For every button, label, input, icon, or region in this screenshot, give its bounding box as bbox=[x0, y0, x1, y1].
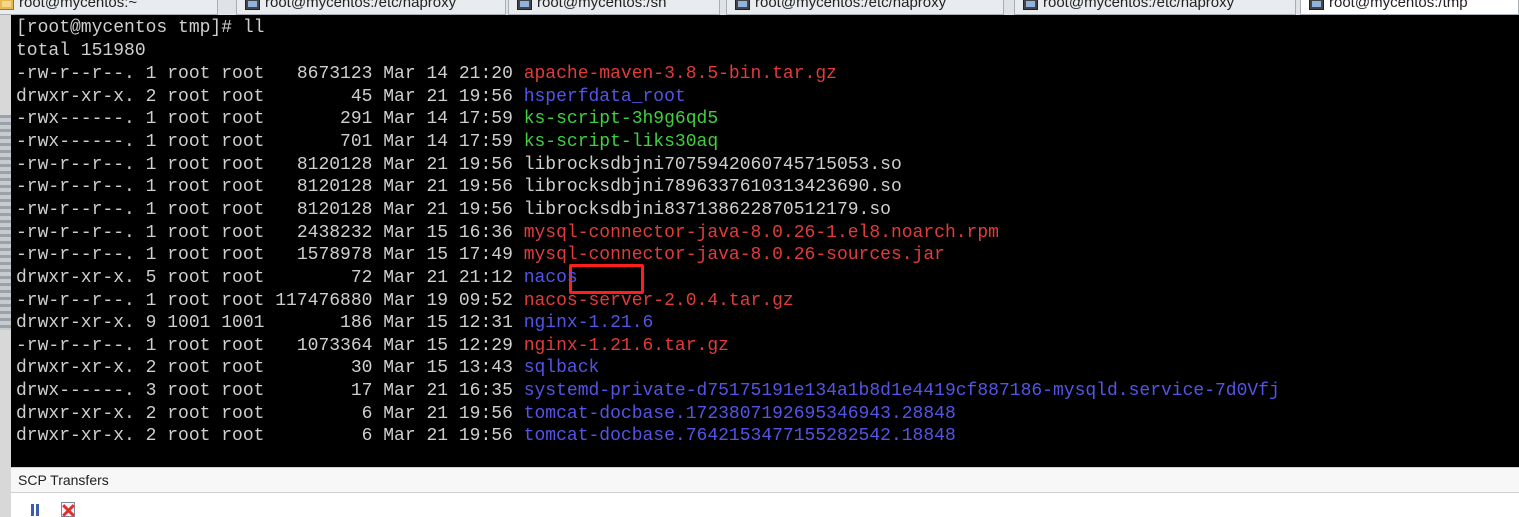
listing-row-meta: -rw-r--r--. 1 root root 1578978 Mar 15 1… bbox=[16, 245, 524, 266]
listing-row-meta: drwxr-xr-x. 5 root root 72 Mar 21 21:12 bbox=[16, 267, 524, 288]
listing-row-meta: -rwx------. 1 root root 291 Mar 14 17:59 bbox=[16, 109, 524, 130]
terminal-icon bbox=[1309, 0, 1324, 10]
listing-row: -rwx------. 1 root root 291 Mar 14 17:59… bbox=[16, 108, 718, 130]
command-prompt-line: [root@mycentos tmp]# ll bbox=[16, 18, 265, 38]
session-tab-label: root@mycentos:/etc/haproxy bbox=[265, 0, 457, 11]
listing-row-meta: -rw-r--r--. 1 root root 8120128 Mar 21 1… bbox=[16, 154, 524, 175]
listing-row: -rwx------. 1 root root 701 Mar 14 17:59… bbox=[16, 131, 718, 153]
directory-name[interactable]: tomcat-docbase.7642153477155282542.18848 bbox=[524, 426, 956, 446]
directory-name[interactable]: sqlback bbox=[524, 358, 600, 378]
directory-name[interactable]: systemd-private-d75175191e134a1b8d1e4419… bbox=[524, 381, 1280, 401]
listing-row: drwxr-xr-x. 2 root root 6 Mar 21 19:56 t… bbox=[16, 403, 956, 425]
directory-name[interactable]: nginx-1.21.6 bbox=[524, 313, 654, 333]
session-tab[interactable]: root@mycentos:/tmp bbox=[1300, 0, 1519, 15]
session-tab[interactable]: root@mycentos:/sh bbox=[508, 0, 720, 15]
listing-row-meta: drwx------. 3 root root 17 Mar 21 16:35 bbox=[16, 381, 524, 402]
listing-row: -rw-r--r--. 1 root root 8120128 Mar 21 1… bbox=[16, 199, 891, 221]
terminal-icon bbox=[517, 0, 532, 10]
terminal-icon bbox=[1023, 0, 1038, 10]
listing-row-meta: drwxr-xr-x. 2 root root 45 Mar 21 19:56 bbox=[16, 86, 524, 107]
listing-row: -rw-r--r--. 1 root root 8673123 Mar 14 2… bbox=[16, 63, 837, 85]
listing-row: -rw-r--r--. 1 root root 1073364 Mar 15 1… bbox=[16, 335, 729, 357]
terminal-output[interactable]: [root@mycentos tmp]# ll total 151980 -rw… bbox=[11, 15, 1519, 467]
desktop-edge-pattern bbox=[0, 115, 11, 330]
file-name[interactable]: librocksdbjni837138622870512179.so bbox=[524, 200, 891, 220]
total-line: total 151980 bbox=[16, 41, 146, 61]
session-tab-label: root@mycentos:~ bbox=[19, 0, 138, 11]
session-tab[interactable]: root@mycentos:/etc/haproxy bbox=[726, 0, 1004, 15]
terminal-icon bbox=[735, 0, 750, 10]
session-tab-label: root@mycentos:/etc/haproxy bbox=[1043, 0, 1235, 11]
directory-name[interactable]: nacos bbox=[524, 268, 578, 288]
folder-terminal-icon bbox=[0, 0, 14, 10]
file-name[interactable]: librocksdbjni7896337610313423690.so bbox=[524, 177, 902, 197]
session-tab-label: root@mycentos:/tmp bbox=[1329, 0, 1468, 11]
listing-row: -rw-r--r--. 1 root root 2438232 Mar 15 1… bbox=[16, 222, 999, 244]
listing-row-meta: -rw-r--r--. 1 root root 8120128 Mar 21 1… bbox=[16, 199, 524, 220]
session-tab[interactable]: root@mycentos:/etc/haproxy bbox=[1014, 0, 1296, 15]
file-name[interactable]: mysql-connector-java-8.0.26-sources.jar bbox=[524, 245, 945, 265]
file-name[interactable]: nacos-server-2.0.4.tar.gz bbox=[524, 291, 794, 311]
listing-row: -rw-r--r--. 1 root root 1578978 Mar 15 1… bbox=[16, 244, 945, 266]
session-tab-label: root@mycentos:/sh bbox=[537, 0, 667, 11]
listing-row-meta: -rwx------. 1 root root 701 Mar 14 17:59 bbox=[16, 131, 524, 152]
session-tab-label: root@mycentos:/etc/haproxy bbox=[755, 0, 947, 11]
listing-row-meta: drwxr-xr-x. 9 1001 1001 186 Mar 15 12:31 bbox=[16, 313, 524, 334]
file-name[interactable]: apache-maven-3.8.5-bin.tar.gz bbox=[524, 64, 837, 84]
listing-row-meta: -rw-r--r--. 1 root root 8120128 Mar 21 1… bbox=[16, 177, 524, 198]
scp-transfers-header: SCP Transfers bbox=[11, 467, 1519, 493]
listing-row: -rw-r--r--. 1 root root 8120128 Mar 21 1… bbox=[16, 176, 902, 198]
scp-toolbar bbox=[11, 493, 1519, 517]
listing-row: drwxr-xr-x. 2 root root 45 Mar 21 19:56 … bbox=[16, 86, 686, 108]
listing-row: drwxr-xr-x. 5 root root 72 Mar 21 21:12 … bbox=[16, 267, 578, 289]
terminal-icon bbox=[245, 0, 260, 10]
listing-row-meta: -rw-r--r--. 1 root root 1073364 Mar 15 1… bbox=[16, 335, 524, 356]
cancel-icon[interactable] bbox=[61, 502, 75, 517]
listing-row: -rw-r--r--. 1 root root 117476880 Mar 19… bbox=[16, 290, 794, 312]
scp-transfers-title: SCP Transfers bbox=[18, 472, 109, 488]
listing-row: -rw-r--r--. 1 root root 8120128 Mar 21 1… bbox=[16, 154, 902, 176]
listing-row: drwxr-xr-x. 2 root root 30 Mar 15 13:43 … bbox=[16, 357, 599, 379]
listing-row-meta: -rw-r--r--. 1 root root 8673123 Mar 14 2… bbox=[16, 64, 524, 84]
session-tab-bar: root@mycentos:~ root@mycentos:/etc/haprox… bbox=[0, 0, 1519, 16]
listing-row: drwx------. 3 root root 17 Mar 21 16:35 … bbox=[16, 380, 1280, 402]
file-name[interactable]: ks-script-3h9g6qd5 bbox=[524, 109, 718, 129]
listing-row-meta: -rw-r--r--. 1 root root 117476880 Mar 19… bbox=[16, 290, 524, 311]
listing-row-meta: drwxr-xr-x. 2 root root 6 Mar 21 19:56 bbox=[16, 426, 524, 447]
listing-row-meta: drwxr-xr-x. 2 root root 6 Mar 21 19:56 bbox=[16, 403, 524, 424]
session-tab[interactable]: root@mycentos:~ bbox=[0, 0, 218, 15]
desktop-edge-strip bbox=[0, 15, 11, 517]
file-name[interactable]: mysql-connector-java-8.0.26-1.el8.noarch… bbox=[524, 223, 999, 243]
listing-row: drwxr-xr-x. 2 root root 6 Mar 21 19:56 t… bbox=[16, 425, 956, 447]
file-name[interactable]: nginx-1.21.6.tar.gz bbox=[524, 336, 729, 356]
listing-row: drwxr-xr-x. 9 1001 1001 186 Mar 15 12:31… bbox=[16, 312, 653, 334]
listing-row-meta: drwxr-xr-x. 2 root root 30 Mar 15 13:43 bbox=[16, 358, 524, 379]
directory-name[interactable]: hsperfdata_root bbox=[524, 87, 686, 107]
session-tab[interactable]: root@mycentos:/etc/haproxy bbox=[236, 0, 506, 15]
file-name[interactable]: ks-script-liks30aq bbox=[524, 132, 718, 152]
pause-icon[interactable] bbox=[28, 502, 42, 517]
listing-row-meta: -rw-r--r--. 1 root root 2438232 Mar 15 1… bbox=[16, 222, 524, 243]
file-name[interactable]: librocksdbjni7075942060745715053.so bbox=[524, 155, 902, 175]
directory-name[interactable]: tomcat-docbase.1723807192695346943.28848 bbox=[524, 404, 956, 424]
